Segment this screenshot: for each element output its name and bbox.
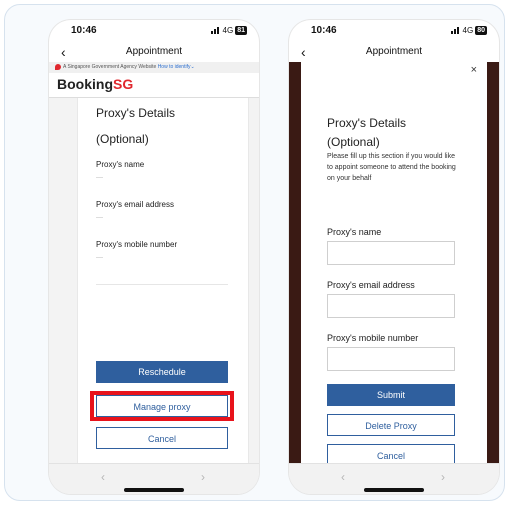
next-icon[interactable]: › [441, 470, 445, 484]
modal-optional-subtitle: (Optional) [327, 135, 380, 149]
modal-description: Please fill up this section if you would… [327, 153, 456, 182]
phone-left-appointment-view: 10:46 4G 81 ‹ Appointment A Singapore Go… [49, 20, 259, 494]
proxy-email-label: Proxy's email address [96, 200, 174, 209]
brand-header: BookingSG [49, 73, 259, 98]
proxy-name-value: — [96, 174, 103, 181]
status-bar: 10:46 4G 81 [49, 20, 259, 42]
modal-backdrop-right [487, 62, 499, 464]
optional-subtitle: (Optional) [96, 132, 149, 146]
battery-icon: 81 [235, 26, 247, 35]
browser-bottom-bar: ‹ › [289, 463, 499, 494]
modal-title: Proxy's Details [327, 116, 406, 130]
home-indicator [124, 488, 184, 492]
nav-title: Appointment [125, 46, 183, 57]
gov-text: A Singapore Government Agency Website [63, 64, 157, 70]
nav-bar: ‹ Appointment [289, 42, 499, 62]
brand-text: Booking [57, 76, 113, 92]
submit-button[interactable]: Submit [327, 384, 455, 406]
proxy-name-label: Proxy's name [96, 160, 145, 169]
network-type: 4G [222, 26, 234, 35]
proxy-details-card: Proxy's Details (Optional) Proxy's name … [77, 98, 249, 464]
prev-icon[interactable]: ‹ [341, 470, 345, 484]
prev-icon[interactable]: ‹ [101, 470, 105, 484]
status-time: 10:46 [71, 25, 97, 36]
close-icon[interactable]: × [471, 64, 477, 76]
proxy-email-input[interactable] [327, 294, 455, 318]
chevron-down-icon: ⌄ [190, 64, 195, 70]
divider [96, 284, 228, 285]
proxy-email-label: Proxy's email address [327, 280, 415, 290]
screenshot-frame: 10:46 4G 81 ‹ Appointment A Singapore Go… [4, 4, 505, 501]
next-icon[interactable]: › [201, 470, 205, 484]
modal-backdrop-left [289, 62, 301, 464]
proxy-mobile-input[interactable] [327, 347, 455, 371]
status-icons: 4G 81 [210, 26, 247, 35]
battery-icon: 80 [475, 26, 487, 35]
proxy-mobile-label: Proxy's mobile number [327, 333, 419, 343]
phone-right-proxy-modal: 10:46 4G 80 ‹ Appointment × Proxy's Deta… [289, 20, 499, 494]
status-time: 10:46 [311, 25, 337, 36]
proxy-mobile-label: Proxy's mobile number [96, 240, 178, 249]
nav-bar: ‹ Appointment [49, 42, 259, 62]
brand-sg-text: SG [113, 76, 134, 92]
browser-bottom-bar: ‹ › [49, 463, 259, 494]
red-highlight-box [90, 391, 234, 421]
status-icons: 4G 80 [450, 26, 487, 35]
proxy-name-input[interactable] [327, 241, 455, 265]
identify-link[interactable]: How to identify [158, 64, 191, 70]
gov-masthead: A Singapore Government Agency Website Ho… [49, 62, 259, 73]
network-type: 4G [462, 26, 474, 35]
reschedule-button[interactable]: Reschedule [96, 361, 228, 383]
proxy-details-title: Proxy's Details [96, 106, 175, 120]
proxy-email-value: — [96, 214, 103, 221]
lion-head-icon [55, 63, 61, 70]
signal-icon [210, 27, 221, 34]
page-content: Proxy's Details (Optional) Proxy's name … [49, 98, 259, 464]
proxy-name-label: Proxy's name [327, 227, 382, 237]
signal-icon [450, 27, 461, 34]
nav-title: Appointment [365, 46, 423, 57]
cancel-button[interactable]: Cancel [96, 427, 228, 449]
delete-proxy-button[interactable]: Delete Proxy [327, 414, 455, 436]
bookingsg-logo[interactable]: BookingSG [57, 76, 133, 92]
proxy-mobile-value: — [96, 254, 103, 261]
home-indicator [364, 488, 424, 492]
status-bar: 10:46 4G 80 [289, 20, 499, 42]
